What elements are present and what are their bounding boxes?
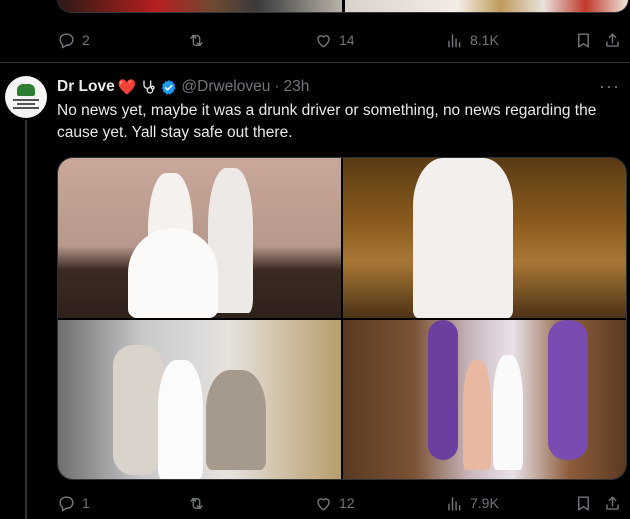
bookmark-button[interactable]: [574, 491, 593, 515]
share-button[interactable]: [603, 491, 622, 515]
previous-media-photo-2[interactable]: [344, 0, 628, 12]
like-count: 14: [339, 32, 355, 48]
avatar-graduation-cap: [17, 84, 35, 96]
tweet-text: No news yet, maybe it was a drunk driver…: [57, 102, 597, 141]
tweet-header: Dr Love ❤️ @Drweloveu · 23h: [57, 76, 309, 98]
repost-button[interactable]: [187, 491, 206, 515]
photo-couple-seated-silver-throne[interactable]: [58, 319, 341, 479]
reply-icon: [59, 495, 74, 511]
share-icon: [606, 32, 619, 47]
previous-tweet-media[interactable]: [57, 0, 629, 13]
bookmark-icon: [578, 495, 589, 511]
share-button[interactable]: [603, 28, 622, 52]
reply-button[interactable]: 1: [57, 491, 90, 515]
views-icon: [448, 33, 461, 48]
bookmark-icon: [578, 32, 589, 48]
timestamp[interactable]: 23h: [284, 78, 310, 96]
tweet-media-grid: [57, 157, 627, 480]
header-separator: ·: [274, 78, 280, 95]
photo-couple-white-gown-studio[interactable]: [58, 158, 341, 318]
view-count: 7.9K: [470, 495, 499, 511]
like-button[interactable]: 12: [314, 491, 355, 515]
previous-tweet-action-bar: 2 14 8.1K: [57, 28, 627, 52]
views-button[interactable]: 8.1K: [445, 28, 499, 52]
photo-couple-purple-balloon-arch[interactable]: [343, 319, 626, 479]
avatar[interactable]: [5, 76, 47, 118]
share-icon: [606, 495, 619, 510]
heart-icon: [317, 34, 330, 48]
tweet-action-bar: 1 12 7.9K: [57, 491, 627, 515]
repost-icon: [190, 34, 203, 46]
name-heart-emoji: ❤️: [117, 79, 137, 96]
reply-count: 1: [82, 495, 90, 511]
more-options-button[interactable]: ···: [599, 76, 620, 97]
reply-icon: [59, 32, 74, 48]
photo-white-gown-bokeh-lights[interactable]: [343, 158, 626, 318]
views-button[interactable]: 7.9K: [445, 491, 499, 515]
display-name[interactable]: Dr Love: [57, 78, 115, 96]
reply-button[interactable]: 2: [57, 28, 90, 52]
previous-media-photo-1[interactable]: [58, 0, 342, 12]
like-count: 12: [339, 495, 355, 511]
stethoscope-icon: [143, 80, 156, 94]
verified-badge-icon: [162, 79, 176, 95]
views-icon: [448, 496, 461, 511]
thread-line: [25, 120, 27, 519]
view-count: 8.1K: [470, 32, 499, 48]
reply-count: 2: [82, 32, 90, 48]
heart-icon: [317, 497, 330, 511]
like-button[interactable]: 14: [314, 28, 355, 52]
tweet-divider: [0, 62, 630, 63]
handle[interactable]: @Drweloveu: [181, 78, 270, 96]
repost-icon: [190, 497, 203, 509]
bookmark-button[interactable]: [574, 28, 593, 52]
repost-button[interactable]: [187, 28, 206, 52]
